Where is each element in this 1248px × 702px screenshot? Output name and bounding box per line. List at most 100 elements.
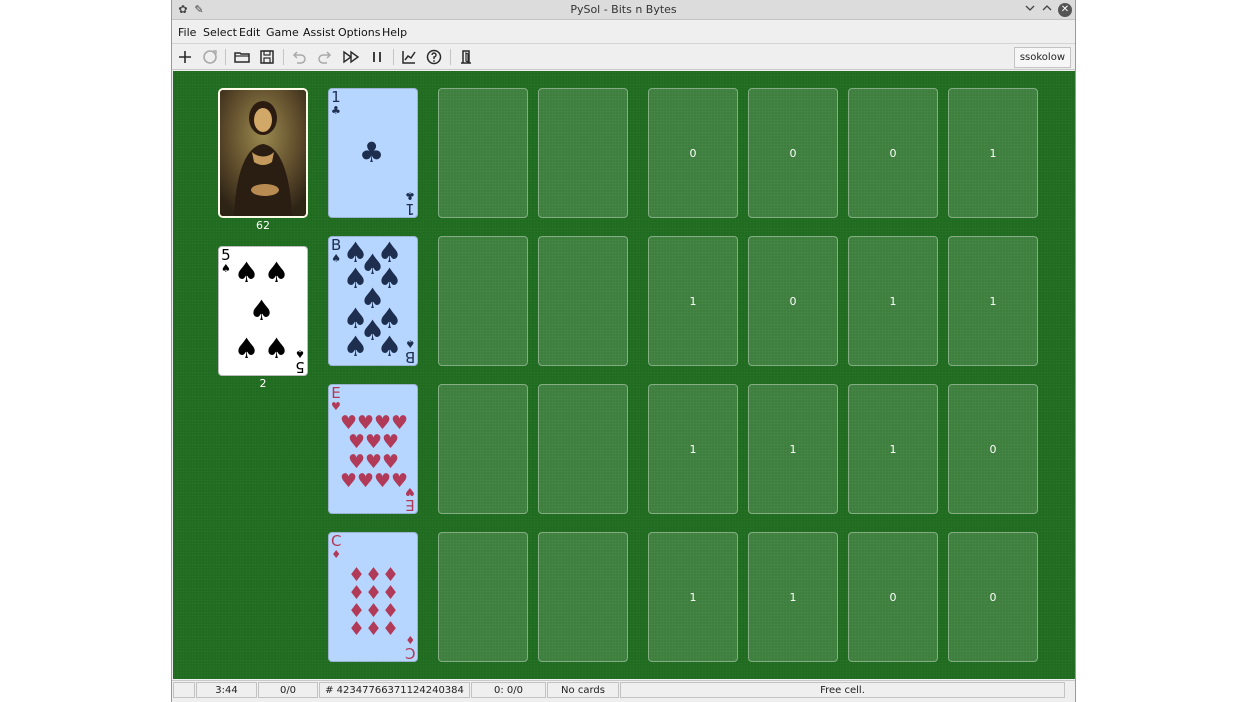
- rules-button[interactable]: [425, 48, 445, 66]
- restart-button[interactable]: [201, 48, 221, 66]
- status-bar: 3:44 0/0 # 42347766371124240384 0: 0/0 N…: [172, 680, 1075, 700]
- minimize-button[interactable]: [1023, 3, 1037, 17]
- spade-icon: ♠: [331, 252, 342, 265]
- bit-slot[interactable]: 0: [648, 88, 738, 218]
- save-button[interactable]: [258, 48, 278, 66]
- rules-icon: [426, 49, 442, 65]
- game-table: 62 5 ♠ ♠ ♠ ♠ ♠ ♠ 5 ♠ 2 1 ♣ ♣ 1 ♣ B ♠ ♠ ♠…: [173, 71, 1075, 679]
- free-cell[interactable]: [438, 88, 528, 218]
- club-icon: ♣: [359, 136, 385, 169]
- status-blank: [173, 682, 195, 698]
- maximize-button[interactable]: [1040, 3, 1054, 17]
- heart-icon: ♥: [340, 470, 358, 492]
- statistics-button[interactable]: [400, 48, 420, 66]
- bit-slot[interactable]: 1: [848, 236, 938, 366]
- spade-icon: ♠: [234, 332, 260, 365]
- bit-slot[interactable]: 1: [848, 384, 938, 514]
- bit-slot[interactable]: 0: [848, 532, 938, 662]
- bit-slot[interactable]: 1: [748, 532, 838, 662]
- open-button[interactable]: [233, 48, 253, 66]
- talon-count: 62: [256, 219, 270, 232]
- new-game-icon: [179, 51, 191, 63]
- new-game-button[interactable]: [176, 48, 196, 66]
- menu-edit[interactable]: Edit: [239, 26, 260, 39]
- club-icon: ♣: [331, 104, 341, 117]
- free-cell[interactable]: [538, 88, 628, 218]
- redo-icon: [318, 51, 332, 64]
- talon-stack[interactable]: [218, 88, 308, 218]
- spade-icon: ♠: [249, 294, 275, 327]
- close-icon: ✕: [1060, 4, 1070, 15]
- autodrop-button[interactable]: [342, 48, 362, 66]
- spade-icon: ♠: [404, 337, 415, 350]
- menu-help[interactable]: Help: [382, 26, 407, 39]
- status-cards: No cards: [547, 682, 619, 698]
- menu-assist[interactable]: Assist: [303, 26, 335, 39]
- card-rank: E: [405, 496, 415, 514]
- status-game-number: # 42347766371124240384: [319, 682, 470, 698]
- diamond-icon: ♦: [348, 618, 366, 640]
- bit-slot[interactable]: 0: [948, 532, 1038, 662]
- card-corner: C ♦: [331, 534, 342, 561]
- bit-slot[interactable]: 0: [748, 88, 838, 218]
- card-corner: 1 ♣: [331, 90, 341, 117]
- free-cell[interactable]: [538, 236, 628, 366]
- bit-slot[interactable]: 1: [648, 532, 738, 662]
- pause-icon: [373, 52, 381, 62]
- spade-icon: ♠: [377, 330, 403, 363]
- undo-button[interactable]: [290, 48, 310, 66]
- free-cell[interactable]: [438, 532, 528, 662]
- bit-slot[interactable]: 0: [748, 236, 838, 366]
- free-cell[interactable]: [538, 384, 628, 514]
- pause-button[interactable]: [368, 48, 388, 66]
- menu-select[interactable]: Select: [203, 26, 237, 39]
- bit-slot[interactable]: 1: [948, 236, 1038, 366]
- waste-card[interactable]: 5 ♠ ♠ ♠ ♠ ♠ ♠ 5 ♠: [218, 246, 308, 376]
- undo-icon: [292, 51, 306, 64]
- foundation-card-hearts[interactable]: E ♥ ♥ ♥ ♥ ♥ ♥ ♥ ♥ ♥ ♥ ♥ ♥ ♥ ♥ ♥ E ♥: [328, 384, 418, 514]
- diamond-icon: ♦: [365, 618, 383, 640]
- free-cell[interactable]: [438, 384, 528, 514]
- status-time: 3:44: [196, 682, 257, 698]
- window-title: PySol - Bits n Bytes: [570, 3, 677, 16]
- card-rank: 5: [295, 358, 305, 376]
- free-cell[interactable]: [438, 236, 528, 366]
- redo-button[interactable]: [316, 48, 336, 66]
- card-rank: B: [404, 348, 415, 366]
- title-bar: ✿ ✎ PySol - Bits n Bytes ✕: [172, 0, 1075, 20]
- quit-button[interactable]: [457, 48, 477, 66]
- status-score: 0: 0/0: [471, 682, 546, 698]
- foundation-card-diamonds[interactable]: C ♦ ♦ ♦ ♦ ♦ ♦ ♦ ♦ ♦ ♦ ♦ ♦ ♦ C ♦: [328, 532, 418, 662]
- foundation-card-spades[interactable]: B ♠ ♠ ♠ ♠ ♠ ♠ ♠ ♠ ♠ ♠ ♠ ♠ B ♠: [328, 236, 418, 366]
- restart-icon: [203, 50, 217, 64]
- bit-slot[interactable]: 1: [748, 384, 838, 514]
- bit-slot[interactable]: 1: [648, 384, 738, 514]
- bit-slot[interactable]: 1: [648, 236, 738, 366]
- diamond-icon: ♦: [382, 618, 400, 640]
- menu-game[interactable]: Game: [266, 26, 299, 39]
- club-icon: ♣: [405, 189, 415, 202]
- bit-slot[interactable]: 0: [948, 384, 1038, 514]
- open-icon: [234, 52, 250, 63]
- quit-icon: [461, 50, 471, 64]
- diamond-icon: ♦: [404, 633, 415, 646]
- diamond-icon: ♦: [331, 548, 342, 561]
- free-cell[interactable]: [538, 532, 628, 662]
- close-button[interactable]: ✕: [1058, 3, 1072, 17]
- chevron-down-icon: [1025, 5, 1035, 11]
- foundation-card-clubs[interactable]: 1 ♣ ♣ 1 ♣: [328, 88, 418, 218]
- bit-slot[interactable]: 1: [948, 88, 1038, 218]
- chevron-up-icon: [1042, 5, 1052, 11]
- menu-options[interactable]: Options: [338, 26, 380, 39]
- status-moves: 0/0: [258, 682, 318, 698]
- player-name[interactable]: ssokolow: [1013, 47, 1071, 68]
- toolbar: ssokolow: [172, 44, 1075, 70]
- card-corner: C ♦: [404, 633, 415, 661]
- card-rank: 1: [405, 200, 415, 218]
- menu-file[interactable]: File: [178, 26, 196, 39]
- bit-slot[interactable]: 0: [848, 88, 938, 218]
- spade-icon: ♠: [343, 330, 369, 363]
- autodrop-icon: [343, 50, 360, 64]
- spade-icon: ♠: [221, 262, 231, 275]
- status-message: Free cell.: [620, 682, 1065, 698]
